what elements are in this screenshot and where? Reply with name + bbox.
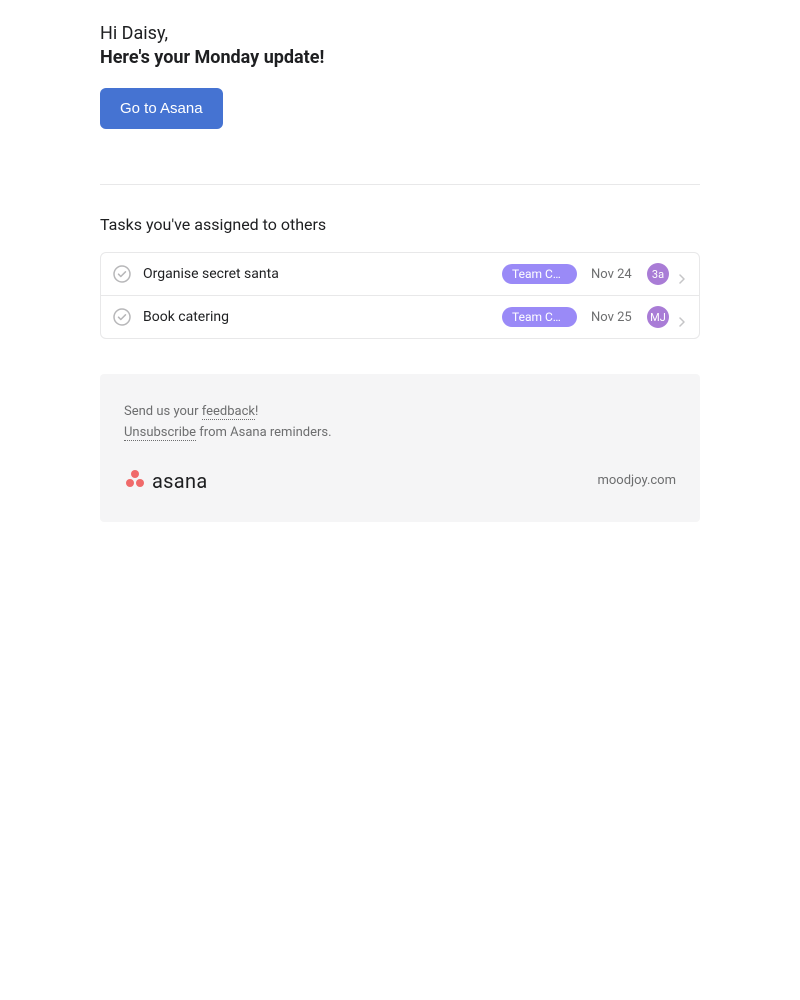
assignee-avatar: 3a (647, 263, 669, 285)
task-title: Organise secret santa (143, 266, 502, 282)
section-title: Tasks you've assigned to others (100, 215, 700, 234)
asana-logo: asana (124, 468, 208, 494)
update-title: Here's your Monday update! (100, 47, 700, 68)
divider (100, 184, 700, 185)
task-list: Organise secret santa Team Ch… Nov 24 3a (100, 252, 700, 339)
task-due-date: Nov 25 (591, 310, 639, 325)
feedback-link[interactable]: feedback (202, 404, 255, 420)
feedback-suffix: ! (255, 404, 258, 419)
email-footer: Send us your feedback! Unsubscribe from … (100, 374, 700, 522)
tasks-section: Tasks you've assigned to others Organise… (100, 215, 700, 339)
email-header: Hi Daisy, Here's your Monday update! Go … (100, 20, 700, 154)
assignee-avatar: MJ (647, 306, 669, 328)
task-row[interactable]: Organise secret santa Team Ch… Nov 24 3a (101, 253, 699, 296)
task-row[interactable]: Book catering Team Ch… Nov 25 MJ (101, 296, 699, 338)
feedback-prefix: Send us your (124, 404, 202, 419)
go-to-asana-button[interactable]: Go to Asana (100, 88, 223, 129)
chevron-right-icon (677, 269, 687, 279)
unsubscribe-link[interactable]: Unsubscribe (124, 425, 196, 441)
unsubscribe-suffix: from Asana reminders. (196, 425, 331, 440)
unsubscribe-line: Unsubscribe from Asana reminders. (124, 423, 676, 444)
check-circle-icon[interactable] (113, 308, 131, 326)
footer-domain: moodjoy.com (597, 473, 676, 488)
chevron-right-icon (677, 312, 687, 322)
asana-logo-text: asana (152, 469, 208, 493)
feedback-line: Send us your feedback! (124, 402, 676, 423)
check-circle-icon[interactable] (113, 265, 131, 283)
task-tag: Team Ch… (502, 264, 577, 284)
task-title: Book catering (143, 309, 502, 325)
task-due-date: Nov 24 (591, 267, 639, 282)
task-tag: Team Ch… (502, 307, 577, 327)
asana-dots-icon (124, 468, 146, 494)
greeting-text: Hi Daisy, (100, 20, 700, 47)
